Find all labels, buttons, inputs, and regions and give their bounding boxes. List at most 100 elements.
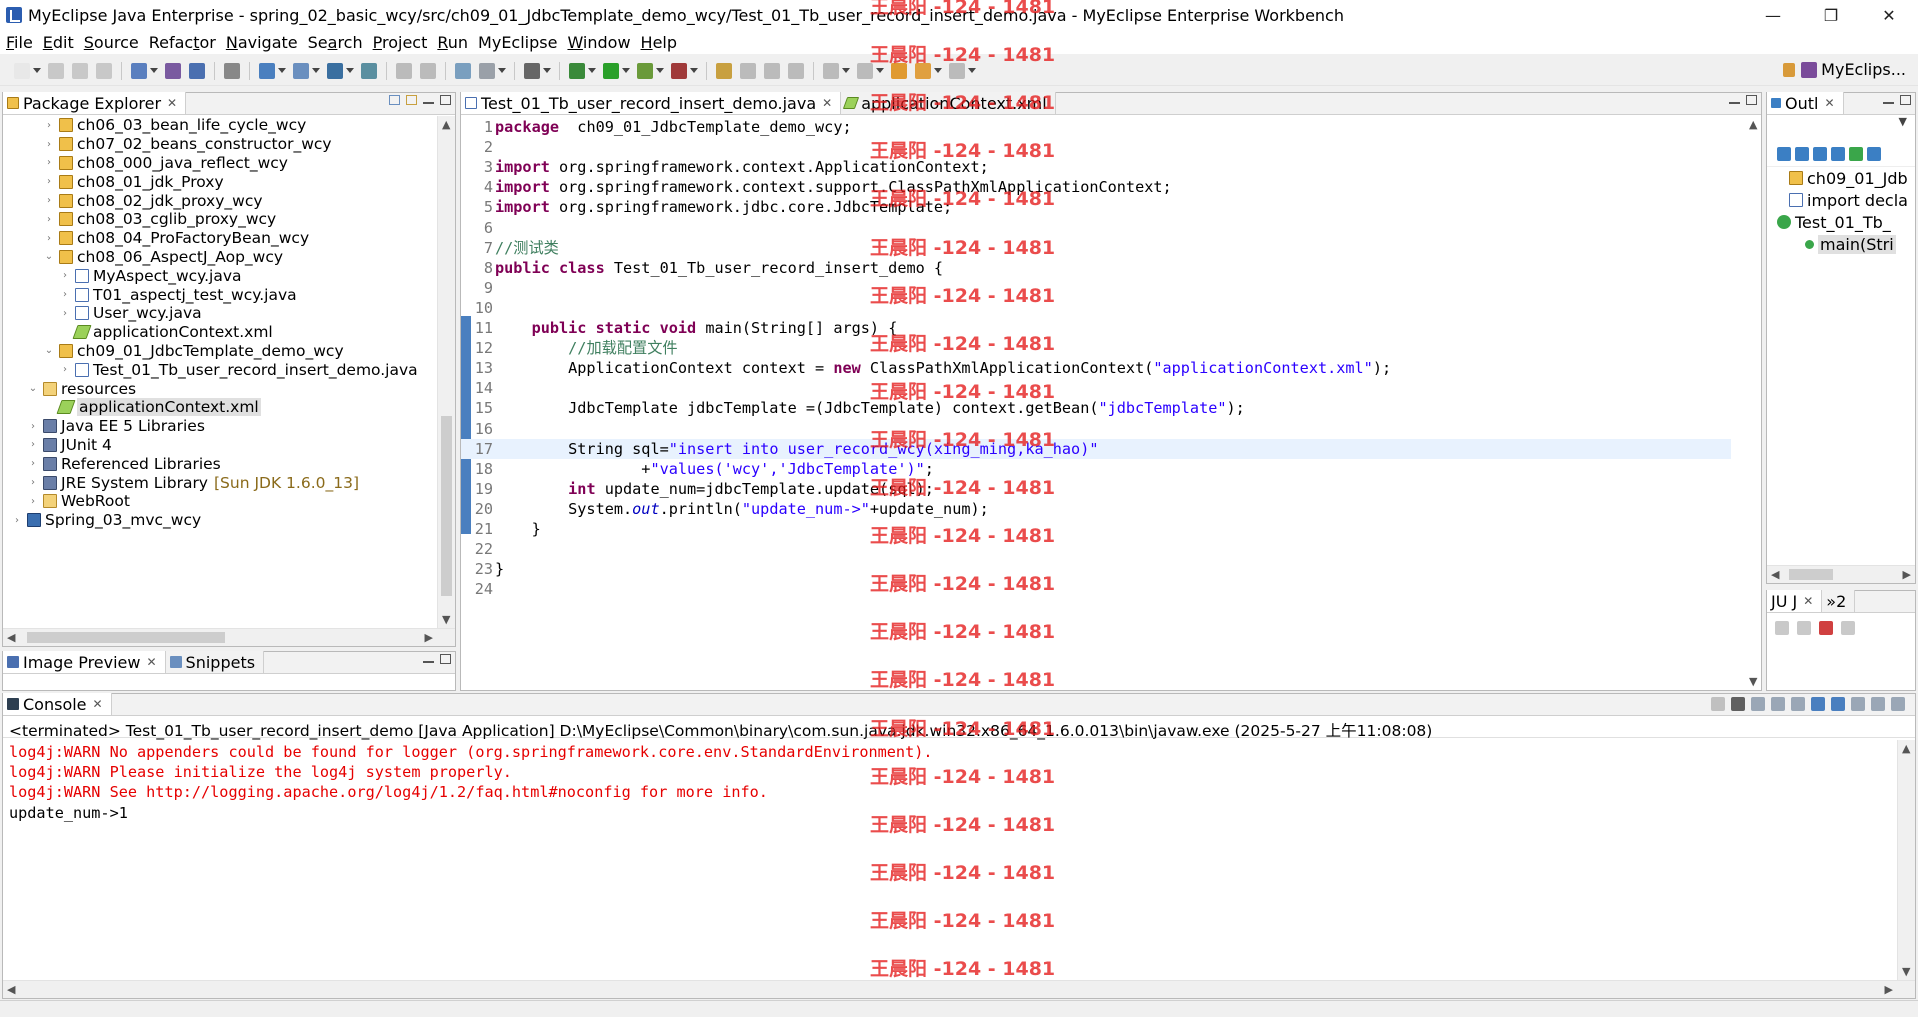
tree-item[interactable]: › ch08_01_jdk_Proxy xyxy=(3,172,437,191)
open-browser-icon[interactable] xyxy=(479,62,495,79)
tab-console[interactable]: Console ✕ xyxy=(3,693,112,715)
expand-toggle-icon[interactable]: › xyxy=(27,477,39,488)
dropdown-arrow-icon[interactable] xyxy=(346,68,354,73)
menu-item[interactable]: Window xyxy=(565,33,638,52)
close-button[interactable]: ✕ xyxy=(1860,0,1918,30)
screen-icon[interactable] xyxy=(524,62,540,79)
print-icon[interactable] xyxy=(96,62,112,79)
save-all-icon[interactable] xyxy=(72,62,88,79)
tree-item[interactable]: › ch08_02_jdk_proxy_wcy xyxy=(3,191,437,210)
code-line[interactable]: 12 //加载配置文件 xyxy=(461,338,1731,358)
new-web-project-icon[interactable] xyxy=(259,62,275,79)
scroll-right-icon[interactable]: ▶ xyxy=(425,631,433,644)
menu-item[interactable]: Source xyxy=(82,33,147,52)
new-icon[interactable] xyxy=(14,62,30,79)
tree-vertical-scrollbar[interactable]: ▲ ▼ xyxy=(437,116,455,628)
minimize-view-icon[interactable] xyxy=(1729,102,1740,104)
tree-item[interactable]: ⌄ ch08_06_AspectJ_Aop_wcy xyxy=(3,248,437,267)
code-line[interactable]: 17 String sql="insert into user_record_w… xyxy=(461,438,1731,459)
expand-toggle-icon[interactable]: ⌄ xyxy=(27,383,39,394)
view-menu-icon[interactable]: ▼ xyxy=(1767,115,1915,141)
dropdown-arrow-icon[interactable] xyxy=(934,68,942,73)
tab-junit[interactable]: JU J ✕ xyxy=(1767,590,1823,612)
tree-item[interactable]: › MyAspect_wcy.java xyxy=(3,266,437,285)
forward-icon[interactable] xyxy=(949,62,965,79)
close-tab-icon[interactable]: ✕ xyxy=(167,96,177,110)
scroll-left-icon[interactable]: ◀ xyxy=(7,631,15,644)
tree-item[interactable]: ⌄ ch09_01_JdbcTemplate_demo_wcy xyxy=(3,342,437,361)
code-line[interactable]: 20 System.out.println("update_num->"+upd… xyxy=(461,499,1731,519)
code-line[interactable]: 7//测试类 xyxy=(461,238,1731,258)
expand-toggle-icon[interactable]: › xyxy=(27,496,39,507)
minimize-view-icon[interactable] xyxy=(423,661,434,663)
expand-toggle-icon[interactable]: › xyxy=(43,157,55,168)
scroll-left-icon[interactable]: ◀ xyxy=(1771,568,1779,581)
code-line[interactable]: 10 xyxy=(461,298,1731,318)
tab-image-preview[interactable]: Image Preview ✕ xyxy=(3,651,166,673)
new-project-icon[interactable] xyxy=(131,62,147,79)
code-line[interactable]: 2 xyxy=(461,137,1731,157)
show-on-output-icon[interactable] xyxy=(1811,697,1825,711)
tree-item[interactable]: › ch07_02_beans_constructor_wcy xyxy=(3,135,437,154)
tree-item[interactable]: › Java EE 5 Libraries xyxy=(3,417,437,436)
scroll-up-icon[interactable]: ▲ xyxy=(1902,742,1910,755)
expand-toggle-icon[interactable]: › xyxy=(59,364,71,375)
tree-item[interactable]: › ch08_000_java_reflect_wcy xyxy=(3,154,437,173)
last-edit-icon[interactable] xyxy=(891,62,907,79)
save-icon[interactable] xyxy=(48,62,64,79)
expand-toggle-icon[interactable]: › xyxy=(27,458,39,469)
tree-item[interactable]: › JUnit 4 xyxy=(3,436,437,455)
scroll-thumb[interactable] xyxy=(1789,569,1833,580)
dropdown-arrow-icon[interactable] xyxy=(150,68,158,73)
expand-toggle-icon[interactable]: › xyxy=(43,139,55,150)
menu-item[interactable]: Help xyxy=(639,33,685,52)
dropdown-arrow-icon[interactable] xyxy=(543,68,551,73)
outline-horizontal-scrollbar[interactable]: ◀ ▶ xyxy=(1767,565,1915,583)
tree-item[interactable]: › WebRoot xyxy=(3,492,437,511)
tree-item[interactable]: › ch06_03_bean_life_cycle_wcy xyxy=(3,116,437,135)
dropdown-arrow-icon[interactable] xyxy=(312,68,320,73)
debug-icon[interactable] xyxy=(569,62,585,79)
scroll-down-icon[interactable]: ▼ xyxy=(1902,965,1910,978)
dropdown-arrow-icon[interactable] xyxy=(876,68,884,73)
tree-item[interactable]: › JRE System Library [Sun JDK 1.6.0_13] xyxy=(3,473,437,492)
tree-item[interactable]: › ch08_04_ProFactoryBean_wcy xyxy=(3,229,437,248)
expand-toggle-icon[interactable]: › xyxy=(59,289,71,300)
show-on-error-icon[interactable] xyxy=(1831,697,1845,711)
collapse-all-icon[interactable] xyxy=(1777,146,1791,161)
tree-item[interactable]: › Spring_03_mvc_wcy xyxy=(3,511,437,530)
menu-item[interactable]: File xyxy=(4,33,41,52)
dropdown-arrow-icon[interactable] xyxy=(842,68,850,73)
next-annotation-icon[interactable] xyxy=(823,62,839,79)
scroll-right-icon[interactable]: ▶ xyxy=(1903,568,1911,581)
tree-item[interactable]: › T01_aspectj_test_wcy.java xyxy=(3,285,437,304)
display-selected-console-icon[interactable] xyxy=(1871,697,1885,711)
annotation-icon[interactable] xyxy=(764,62,780,79)
clear-console-icon[interactable] xyxy=(1771,697,1785,711)
collapse-all-icon[interactable] xyxy=(389,95,400,105)
restore-button[interactable]: ❐ xyxy=(1802,0,1860,30)
open-type-icon[interactable] xyxy=(224,62,240,79)
expand-toggle-icon[interactable]: ⌄ xyxy=(43,345,55,356)
scroll-lock-icon[interactable] xyxy=(1841,621,1855,635)
dropdown-arrow-icon[interactable] xyxy=(622,68,630,73)
terminate-icon[interactable] xyxy=(1711,697,1725,711)
code-line[interactable]: 18 +"values('wcy','JdbcTemplate')"; xyxy=(461,459,1731,479)
menu-item[interactable]: MyEclipse xyxy=(476,33,565,52)
expand-toggle-icon[interactable]: › xyxy=(11,515,23,526)
outline-item[interactable]: import decla xyxy=(1775,189,1915,211)
code-line[interactable]: 15 JdbcTemplate jdbcTemplate =(JdbcTempl… xyxy=(461,398,1731,418)
outline-item[interactable]: main(Stri xyxy=(1775,233,1915,255)
code-line[interactable]: 16 xyxy=(461,419,1731,439)
internet-icon[interactable] xyxy=(361,62,377,79)
code-line[interactable]: 5 import org.springframework.jdbc.core.Jd… xyxy=(461,197,1731,217)
expand-toggle-icon[interactable]: › xyxy=(43,233,55,244)
scroll-lock-icon[interactable] xyxy=(1791,697,1805,711)
menu-item[interactable]: Edit xyxy=(41,33,82,52)
code-line[interactable]: 4 import org.springframework.context.supp… xyxy=(461,177,1731,197)
new-package-icon[interactable] xyxy=(327,62,343,79)
scroll-up-icon[interactable]: ▲ xyxy=(1749,118,1757,131)
code-editor[interactable]: ▲ ▼ 1 package ch09_01_JdbcTemplate_demo_w… xyxy=(461,116,1761,690)
outline-item[interactable]: Test_01_Tb_ xyxy=(1775,211,1915,233)
dropdown-arrow-icon[interactable] xyxy=(33,68,41,73)
